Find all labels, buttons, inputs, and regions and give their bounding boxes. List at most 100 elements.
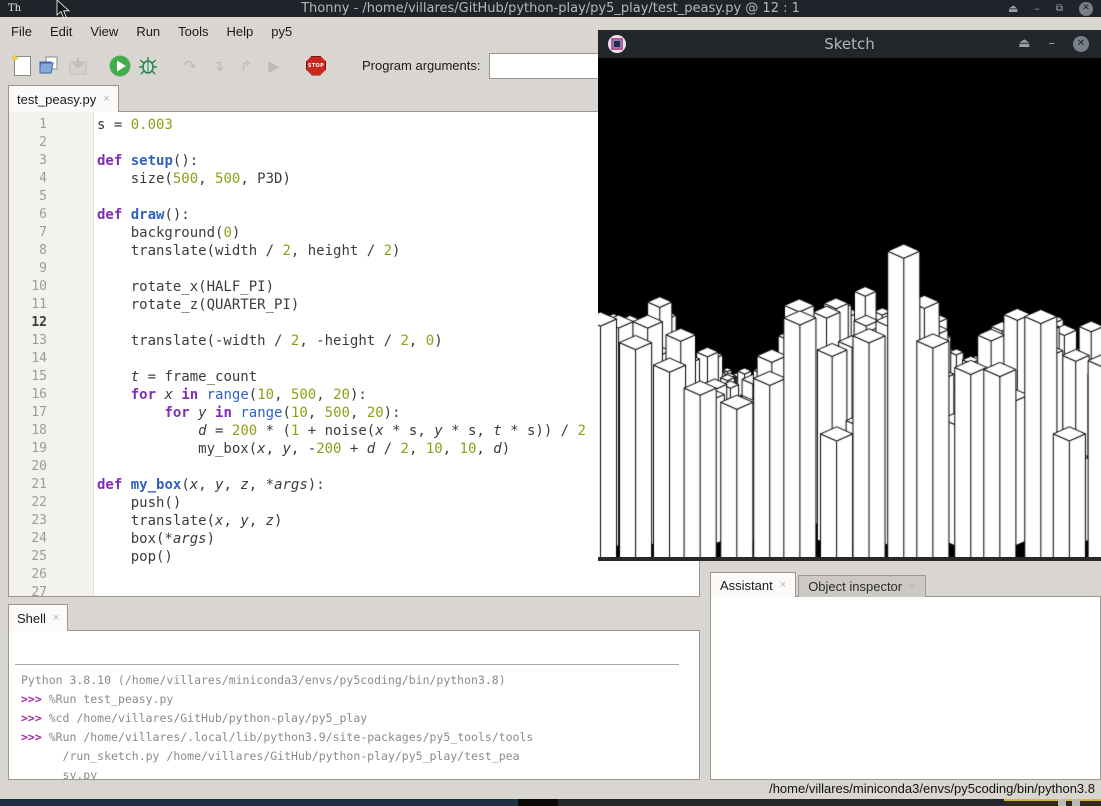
menu-tools[interactable]: Tools xyxy=(169,17,217,47)
menu-file[interactable]: File xyxy=(2,17,41,47)
code-line[interactable]: 7 background(0) xyxy=(9,224,699,242)
line-number: 19 xyxy=(9,440,47,458)
minimize-button[interactable]: – xyxy=(1049,30,1056,58)
code-line[interactable]: 25 pop() xyxy=(9,548,699,566)
eject-button[interactable]: ⏏ xyxy=(1008,0,1018,17)
code-line[interactable]: 2 xyxy=(9,134,699,152)
code-text: for y in range(10, 500, 20): xyxy=(97,404,401,422)
code-text: translate(-width / 2, -height / 2, 0) xyxy=(97,332,443,350)
code-line[interactable]: 13 translate(-width / 2, -height / 2, 0) xyxy=(9,332,699,350)
debug-icon xyxy=(137,55,159,77)
sketch-titlebar[interactable]: Sketch ⏏–✕ xyxy=(598,30,1101,58)
assistant-panel[interactable] xyxy=(710,596,1101,780)
code-line[interactable]: 1s = 0.003 xyxy=(9,116,699,134)
tab-assistant[interactable]: Assistant× xyxy=(710,572,796,597)
code-line[interactable]: 15 t = frame_count xyxy=(9,368,699,386)
code-line[interactable]: 16 for x in range(10, 500, 20): xyxy=(9,386,699,404)
step-out-button[interactable]: ↱ xyxy=(234,54,258,78)
shell-panel[interactable]: Python 3.8.10 (/home/villares/miniconda3… xyxy=(8,630,700,780)
stop-button[interactable]: STOP xyxy=(304,54,328,78)
code-line[interactable]: 8 translate(width / 2, height / 2) xyxy=(9,242,699,260)
tab-close-icon[interactable]: × xyxy=(103,93,109,105)
restore-button[interactable]: ⧉ xyxy=(1056,0,1063,17)
save-button[interactable] xyxy=(66,54,90,78)
code-line[interactable]: 9 xyxy=(9,260,699,278)
line-number: 5 xyxy=(9,188,47,206)
step-over-button[interactable]: ↷ xyxy=(178,54,202,78)
shell-line xyxy=(21,633,679,652)
line-number: 27 xyxy=(9,584,47,597)
shell-line: >>> %cd /home/villares/GitHub/python-pla… xyxy=(21,709,679,728)
line-number: 18 xyxy=(9,422,47,440)
code-line[interactable]: 23 translate(x, y, z) xyxy=(9,512,699,530)
tab-shell[interactable]: Shell × xyxy=(8,604,68,631)
code-line[interactable]: 27 xyxy=(9,584,699,597)
close-button[interactable]: ✕ xyxy=(1073,36,1089,52)
resume-button[interactable]: ▶ xyxy=(262,54,286,78)
code-line[interactable]: 5 xyxy=(9,188,699,206)
line-number: 17 xyxy=(9,404,47,422)
open-file-button[interactable] xyxy=(38,54,62,78)
code-text: pop() xyxy=(97,548,173,566)
menu-py5[interactable]: py5 xyxy=(262,17,301,47)
sketch-window-border xyxy=(598,557,1101,561)
menu-view[interactable]: View xyxy=(81,17,127,47)
menu-run[interactable]: Run xyxy=(127,17,169,47)
code-line[interactable]: 18 d = 200 * (1 + noise(x * s, y * s, t … xyxy=(9,422,699,440)
code-line[interactable]: 26 xyxy=(9,566,699,584)
window-controls: ⏏–⧉ ✕ xyxy=(1008,0,1093,17)
code-line[interactable]: 17 for y in range(10, 500, 20): xyxy=(9,404,699,422)
code-text: my_box(x, y, -200 + d / 2, 10, 10, d) xyxy=(97,440,510,458)
py5-sketch-icon xyxy=(608,35,626,53)
line-number: 1 xyxy=(9,116,47,134)
shell-line: /run_sketch.py /home/villares/GitHub/pyt… xyxy=(21,747,679,766)
code-line[interactable]: 14 xyxy=(9,350,699,368)
taskbar-strip[interactable] xyxy=(0,799,1101,806)
code-text: d = 200 * (1 + noise(x * s, y * s, t * s… xyxy=(97,422,586,440)
code-line[interactable]: 12 xyxy=(9,314,699,332)
code-line[interactable]: 21def my_box(x, y, z, *args): xyxy=(9,476,699,494)
sketch-canvas[interactable] xyxy=(598,58,1101,557)
mouse-cursor-icon xyxy=(55,0,71,20)
sketch-window[interactable]: Sketch ⏏–✕ xyxy=(598,30,1101,561)
code-text: size(500, 500, P3D) xyxy=(97,170,291,188)
line-number: 12 xyxy=(9,314,47,332)
save-icon xyxy=(68,56,88,76)
menu-help[interactable]: Help xyxy=(218,17,263,47)
debug-button[interactable] xyxy=(136,54,160,78)
code-editor[interactable]: 1s = 0.00323def setup():4 size(500, 500,… xyxy=(8,111,700,597)
tab-close-icon[interactable]: × xyxy=(780,579,786,591)
code-line[interactable]: 11 rotate_z(QUARTER_PI) xyxy=(9,296,699,314)
interpreter-path: /home/villares/miniconda3/envs/py5coding… xyxy=(769,781,1095,796)
line-number: 10 xyxy=(9,278,47,296)
code-line[interactable]: 20 xyxy=(9,458,699,476)
tab-test-peasy[interactable]: test_peasy.py × xyxy=(8,85,119,112)
step-into-button[interactable]: ↴ xyxy=(206,54,230,78)
code-text: translate(width / 2, height / 2) xyxy=(97,242,400,260)
code-line[interactable]: 4 size(500, 500, P3D) xyxy=(9,170,699,188)
code-line[interactable]: 3def setup(): xyxy=(9,152,699,170)
new-file-button[interactable]: ✦ xyxy=(10,54,34,78)
eject-button[interactable]: ⏏ xyxy=(1018,30,1030,58)
run-button[interactable] xyxy=(108,54,132,78)
line-number: 23 xyxy=(9,512,47,530)
code-text: rotate_z(QUARTER_PI) xyxy=(97,296,299,314)
new-file-icon: ✦ xyxy=(14,56,31,76)
minimize-button[interactable]: – xyxy=(1034,0,1040,17)
menu-edit[interactable]: Edit xyxy=(41,17,81,47)
tab-close-icon[interactable]: × xyxy=(909,581,915,593)
line-number: 6 xyxy=(9,206,47,224)
shell-line: >>> %Run /home/villares/.local/lib/pytho… xyxy=(21,728,679,747)
shell-tab-close-icon[interactable]: × xyxy=(53,612,59,624)
code-line[interactable]: 6def draw(): xyxy=(9,206,699,224)
line-number: 11 xyxy=(9,296,47,314)
code-line[interactable]: 24 box(*args) xyxy=(9,530,699,548)
line-number: 25 xyxy=(9,548,47,566)
program-arguments-label: Program arguments: xyxy=(362,58,481,73)
step-over-icon: ↷ xyxy=(184,57,197,75)
code-line[interactable]: 22 push() xyxy=(9,494,699,512)
close-button[interactable]: ✕ xyxy=(1079,2,1093,16)
code-line[interactable]: 19 my_box(x, y, -200 + d / 2, 10, 10, d) xyxy=(9,440,699,458)
code-line[interactable]: 10 rotate_x(HALF_PI) xyxy=(9,278,699,296)
tab-object-inspector[interactable]: Object inspector× xyxy=(798,575,925,597)
